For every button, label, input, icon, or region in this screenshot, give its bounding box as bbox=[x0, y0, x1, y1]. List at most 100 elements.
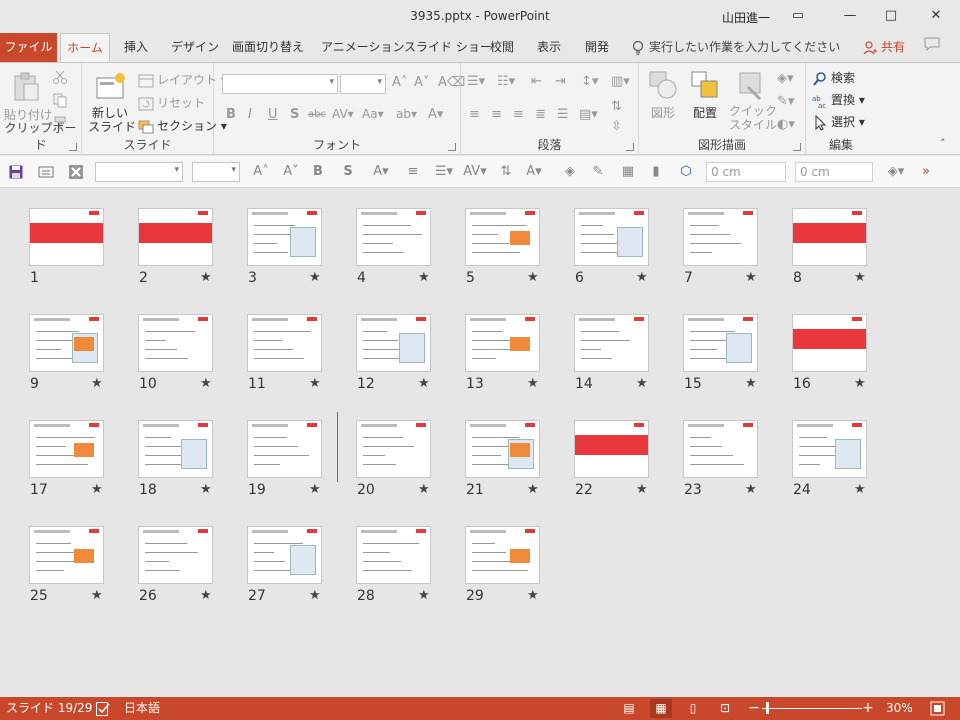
slide-icon[interactable] bbox=[38, 164, 54, 180]
slide-thumbnail[interactable] bbox=[465, 526, 540, 584]
animation-star-icon[interactable]: ★ bbox=[745, 270, 757, 285]
slide-thumbnail[interactable] bbox=[247, 314, 322, 372]
align-left-icon[interactable]: ≡ bbox=[469, 107, 480, 122]
char-spacing-icon[interactable]: AV▾ bbox=[332, 107, 354, 121]
change-case-icon[interactable]: Aa▾ bbox=[362, 107, 384, 121]
columns-icon[interactable]: ▥▾ bbox=[611, 74, 630, 89]
distributed-icon[interactable]: ☰ bbox=[557, 107, 569, 122]
animation-star-icon[interactable]: ★ bbox=[91, 376, 103, 391]
find-button[interactable]: 検索 bbox=[812, 69, 855, 87]
language-indicator[interactable]: 日本語 bbox=[124, 697, 160, 720]
slide-thumbnail[interactable] bbox=[792, 314, 867, 372]
tab-design[interactable]: デザイン bbox=[169, 33, 221, 62]
shapes-button[interactable]: 図形 bbox=[645, 69, 681, 121]
animation-star-icon[interactable]: ★ bbox=[418, 482, 430, 497]
line-spacing-icon[interactable]: ↕▾ bbox=[581, 74, 598, 89]
animation-star-icon[interactable]: ★ bbox=[636, 482, 648, 497]
replace-button[interactable]: ab ac 置換 ▾ bbox=[812, 91, 865, 109]
qat-shadow-icon[interactable]: S bbox=[340, 162, 356, 182]
slide-thumbnail[interactable] bbox=[792, 208, 867, 266]
strikethrough-icon[interactable]: abc bbox=[308, 109, 326, 120]
slide-thumbnail[interactable] bbox=[356, 420, 431, 478]
align-center-icon[interactable]: ≡ bbox=[491, 107, 502, 122]
font-name-combo[interactable] bbox=[222, 74, 338, 94]
cut-icon[interactable] bbox=[52, 69, 68, 85]
close-button[interactable]: ✕ bbox=[916, 2, 956, 30]
animation-star-icon[interactable]: ★ bbox=[527, 376, 539, 391]
increase-indent-icon[interactable]: ⇥ bbox=[555, 74, 566, 89]
zoom-slider-knob[interactable] bbox=[766, 702, 769, 714]
align-text-icon[interactable]: ⇳ bbox=[611, 119, 622, 134]
animation-star-icon[interactable]: ★ bbox=[309, 270, 321, 285]
notes-check-icon[interactable] bbox=[96, 702, 110, 716]
qat-chart-icon[interactable]: ▮ bbox=[648, 162, 664, 182]
shape-width-box[interactable]: 0 cm bbox=[795, 162, 873, 182]
font-color-icon[interactable]: A▾ bbox=[428, 107, 443, 122]
animation-star-icon[interactable]: ★ bbox=[636, 376, 648, 391]
qat-bold-icon[interactable]: B bbox=[310, 162, 326, 182]
tab-slideshow[interactable]: スライド ショー bbox=[402, 33, 494, 62]
animation-star-icon[interactable]: ★ bbox=[91, 482, 103, 497]
justify-icon[interactable]: ≣ bbox=[535, 107, 546, 122]
animation-star-icon[interactable]: ★ bbox=[527, 270, 539, 285]
zoom-level[interactable]: 30% bbox=[886, 697, 913, 720]
animation-star-icon[interactable]: ★ bbox=[309, 376, 321, 391]
qat-shrink-font-icon[interactable]: A˅ bbox=[282, 162, 300, 182]
new-slide-button[interactable]: 新しい スライド bbox=[88, 71, 136, 134]
clipboard-launcher-icon[interactable] bbox=[69, 143, 77, 151]
slide-thumbnail[interactable] bbox=[574, 208, 649, 266]
slide-thumbnail[interactable] bbox=[247, 208, 322, 266]
animation-star-icon[interactable]: ★ bbox=[309, 482, 321, 497]
animation-star-icon[interactable]: ★ bbox=[854, 482, 866, 497]
fit-to-window-icon[interactable] bbox=[930, 701, 945, 716]
animation-star-icon[interactable]: ★ bbox=[200, 270, 212, 285]
animation-star-icon[interactable]: ★ bbox=[200, 482, 212, 497]
numbering-icon[interactable]: ☷▾ bbox=[497, 74, 515, 89]
qat-text-effects-icon[interactable]: A▾ bbox=[524, 162, 544, 182]
qat-fill-color-icon[interactable]: ◈▾ bbox=[884, 162, 908, 182]
tab-home[interactable]: ホーム bbox=[60, 33, 110, 63]
slide-thumbnail[interactable] bbox=[465, 314, 540, 372]
animation-star-icon[interactable]: ★ bbox=[418, 588, 430, 603]
animation-star-icon[interactable]: ★ bbox=[636, 270, 648, 285]
slide-thumbnail[interactable] bbox=[138, 420, 213, 478]
qat-font-combo[interactable] bbox=[95, 162, 183, 182]
copy-icon[interactable] bbox=[52, 92, 68, 108]
select-button[interactable]: 選択 ▾ bbox=[812, 113, 865, 131]
slide-thumbnail[interactable] bbox=[138, 526, 213, 584]
tab-insert[interactable]: 挿入 bbox=[122, 33, 150, 62]
minimize-button[interactable]: — bbox=[830, 2, 870, 30]
decrease-indent-icon[interactable]: ⇤ bbox=[531, 74, 542, 89]
column-align-icon[interactable]: ▤▾ bbox=[579, 107, 598, 122]
slide-thumbnail[interactable] bbox=[29, 208, 104, 266]
slide-thumbnail[interactable] bbox=[29, 420, 104, 478]
tell-me-search[interactable]: 実行したい作業を入力してください bbox=[630, 33, 840, 62]
qat-painter-icon[interactable]: ✎ bbox=[590, 162, 606, 182]
reset-button[interactable]: リセット bbox=[138, 94, 205, 112]
animation-star-icon[interactable]: ★ bbox=[418, 376, 430, 391]
shape-fill-icon[interactable]: ◈▾ bbox=[777, 71, 794, 86]
tab-developer[interactable]: 開発 bbox=[583, 33, 611, 62]
quick-styles-button[interactable]: クイック スタイル bbox=[729, 69, 777, 132]
slide-sorter-view-icon[interactable]: ▦ bbox=[650, 699, 672, 718]
tab-view[interactable]: 表示 bbox=[535, 33, 563, 62]
slide-thumbnail[interactable] bbox=[29, 526, 104, 584]
delete-icon[interactable] bbox=[68, 164, 84, 180]
align-right-icon[interactable]: ≡ bbox=[513, 107, 524, 122]
animation-star-icon[interactable]: ★ bbox=[200, 588, 212, 603]
bold-icon[interactable]: B bbox=[226, 107, 236, 122]
slide-thumbnail[interactable] bbox=[465, 208, 540, 266]
animation-star-icon[interactable]: ★ bbox=[527, 482, 539, 497]
shape-effects-icon[interactable]: ◐▾ bbox=[777, 117, 795, 132]
tab-file[interactable]: ファイル bbox=[0, 33, 57, 62]
slide-thumbnail[interactable] bbox=[683, 420, 758, 478]
ribbon-display-options-icon[interactable]: ▭ bbox=[778, 2, 818, 30]
user-name[interactable]: 山田進一 bbox=[722, 9, 770, 26]
tab-review[interactable]: 校閲 bbox=[488, 33, 516, 62]
tab-animations[interactable]: アニメーション bbox=[319, 33, 407, 62]
slide-thumbnail[interactable] bbox=[683, 208, 758, 266]
animation-star-icon[interactable]: ★ bbox=[309, 588, 321, 603]
slide-counter[interactable]: スライド 19/29 bbox=[6, 697, 92, 720]
slide-thumbnail[interactable] bbox=[29, 314, 104, 372]
animation-star-icon[interactable]: ★ bbox=[527, 588, 539, 603]
